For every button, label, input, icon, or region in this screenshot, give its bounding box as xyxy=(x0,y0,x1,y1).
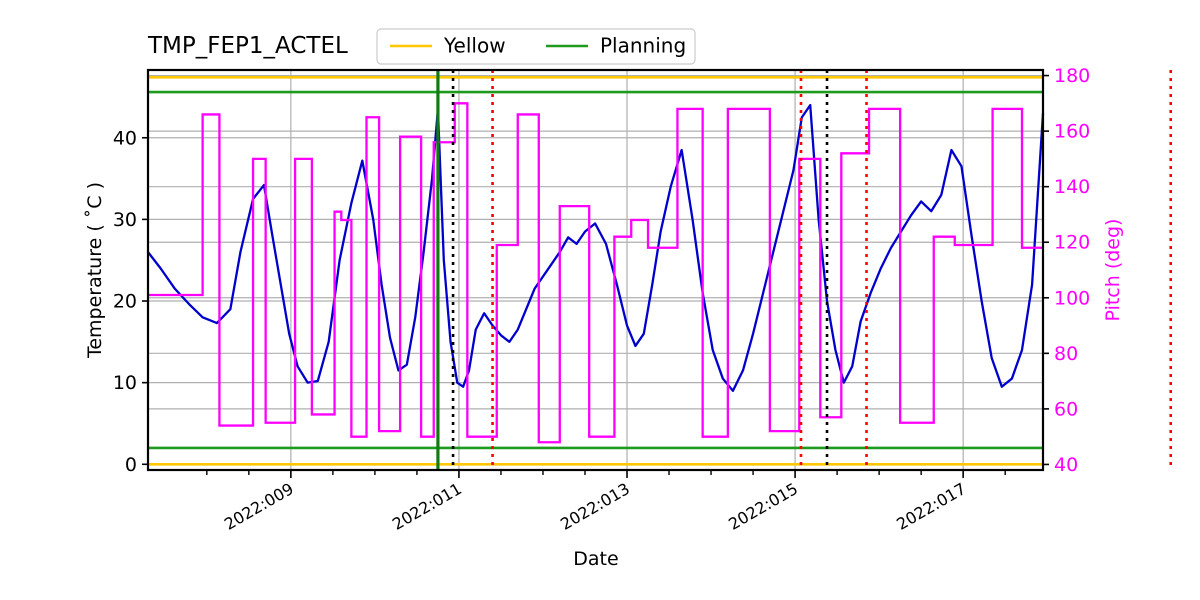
chart-title: TMP_FEP1_ACTEL xyxy=(147,33,348,59)
x-ticklabel: 2022:013 xyxy=(557,479,633,534)
x-ticklabel: 2022:011 xyxy=(389,479,465,534)
y-ticklabel-right: 180 xyxy=(1054,65,1090,87)
y-ticklabel-left: 20 xyxy=(113,291,137,313)
y-ticklabel-left: 10 xyxy=(113,372,137,394)
y-ticklabel-left: 0 xyxy=(125,454,137,476)
y-ticklabel-right: 40 xyxy=(1054,454,1078,476)
chart-canvas: 0 10 20 30 40 40 60 80 100 120 140 160 180 2022:009 20… xyxy=(84,28,1173,570)
y-ticklabel-right: 60 xyxy=(1054,398,1078,420)
y-ticklabel-right: 100 xyxy=(1054,287,1090,309)
x-ticklabel: 2022:015 xyxy=(725,479,801,534)
legend-label-planning: Planning xyxy=(600,34,686,58)
x-ticklabel: 2022:017 xyxy=(893,479,969,534)
y-axis-label-right: Pitch (deg) xyxy=(1102,219,1124,322)
legend-label-yellow: Yellow xyxy=(443,34,506,58)
y-axis-label-left: Temperature ( ˚C ) xyxy=(84,182,106,359)
y-ticklabel-left: 40 xyxy=(113,127,137,149)
y-ticklabel-right: 80 xyxy=(1054,343,1078,365)
chart-figure: 0 10 20 30 40 40 60 80 100 120 140 160 180 2022:009 20… xyxy=(0,0,1200,600)
x-axis-label: Date xyxy=(573,548,618,570)
y-ticklabel-right: 140 xyxy=(1054,176,1090,198)
legend: Yellow Planning xyxy=(376,28,696,65)
y-ticklabel-left: 30 xyxy=(113,209,137,231)
y-ticklabel-right: 160 xyxy=(1054,121,1090,143)
x-ticklabel: 2022:009 xyxy=(221,479,297,534)
plot-area-background xyxy=(148,70,1043,470)
y-ticklabel-right: 120 xyxy=(1054,232,1090,254)
